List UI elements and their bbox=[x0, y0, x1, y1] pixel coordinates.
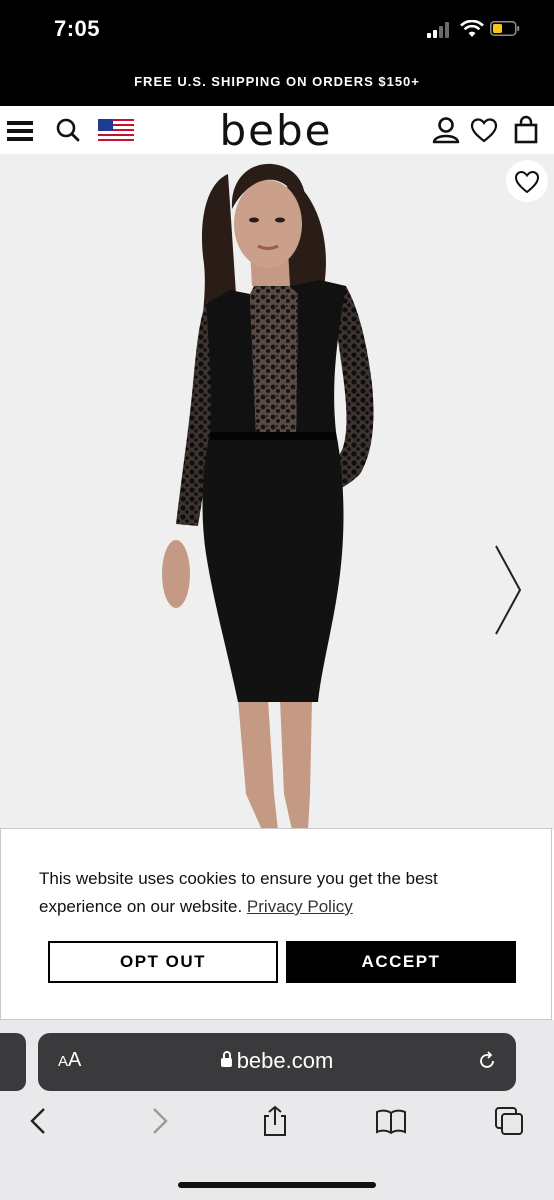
menu-icon[interactable] bbox=[4, 114, 36, 146]
status-bar: 7:05 bbox=[0, 0, 554, 58]
cookie-message-text: This website uses cookies to ensure you … bbox=[39, 869, 438, 916]
us-flag-icon[interactable] bbox=[96, 114, 136, 146]
url-text: bebe.com bbox=[236, 1048, 334, 1073]
shipping-promo-banner[interactable]: FREE U.S. SHIPPING ON ORDERS $150+ bbox=[0, 58, 554, 106]
reload-icon[interactable] bbox=[476, 1050, 498, 1072]
browser-bottom-bar: AA bebe.com bbox=[0, 1020, 554, 1200]
shopping-bag-icon[interactable] bbox=[510, 114, 542, 146]
favorite-button[interactable] bbox=[506, 160, 548, 202]
back-icon[interactable] bbox=[22, 1104, 56, 1138]
cellular-signal-icon bbox=[427, 22, 453, 38]
favorite-heart-icon bbox=[514, 170, 540, 194]
product-image[interactable] bbox=[0, 154, 554, 830]
account-icon[interactable] bbox=[430, 114, 462, 146]
wifi-icon bbox=[460, 20, 484, 37]
lock-icon bbox=[220, 1051, 232, 1067]
forward-icon[interactable] bbox=[142, 1104, 176, 1138]
wishlist-heart-icon[interactable] bbox=[468, 114, 500, 146]
privacy-policy-link[interactable]: Privacy Policy bbox=[247, 897, 353, 916]
cookie-consent-banner: This website uses cookies to ensure you … bbox=[0, 828, 552, 1020]
url-display[interactable]: bebe.com bbox=[38, 1048, 516, 1074]
battery-icon bbox=[490, 21, 520, 36]
site-header: bebe bbox=[0, 106, 554, 154]
accept-button[interactable]: ACCEPT bbox=[286, 941, 516, 983]
tabs-icon[interactable] bbox=[492, 1104, 526, 1138]
previous-tab-preview[interactable] bbox=[0, 1033, 26, 1091]
address-bar[interactable]: AA bebe.com bbox=[38, 1033, 516, 1091]
home-indicator bbox=[178, 1182, 376, 1188]
bebe-logo[interactable]: bebe bbox=[186, 108, 366, 154]
share-icon[interactable] bbox=[258, 1104, 292, 1138]
opt-out-button[interactable]: OPT OUT bbox=[48, 941, 278, 983]
search-icon[interactable] bbox=[52, 114, 84, 146]
bookmarks-icon[interactable] bbox=[374, 1104, 408, 1138]
status-time: 7:05 bbox=[54, 16, 101, 41]
model-photo bbox=[162, 163, 374, 830]
cookie-message: This website uses cookies to ensure you … bbox=[39, 865, 509, 921]
next-image-chevron-icon[interactable] bbox=[490, 540, 526, 640]
